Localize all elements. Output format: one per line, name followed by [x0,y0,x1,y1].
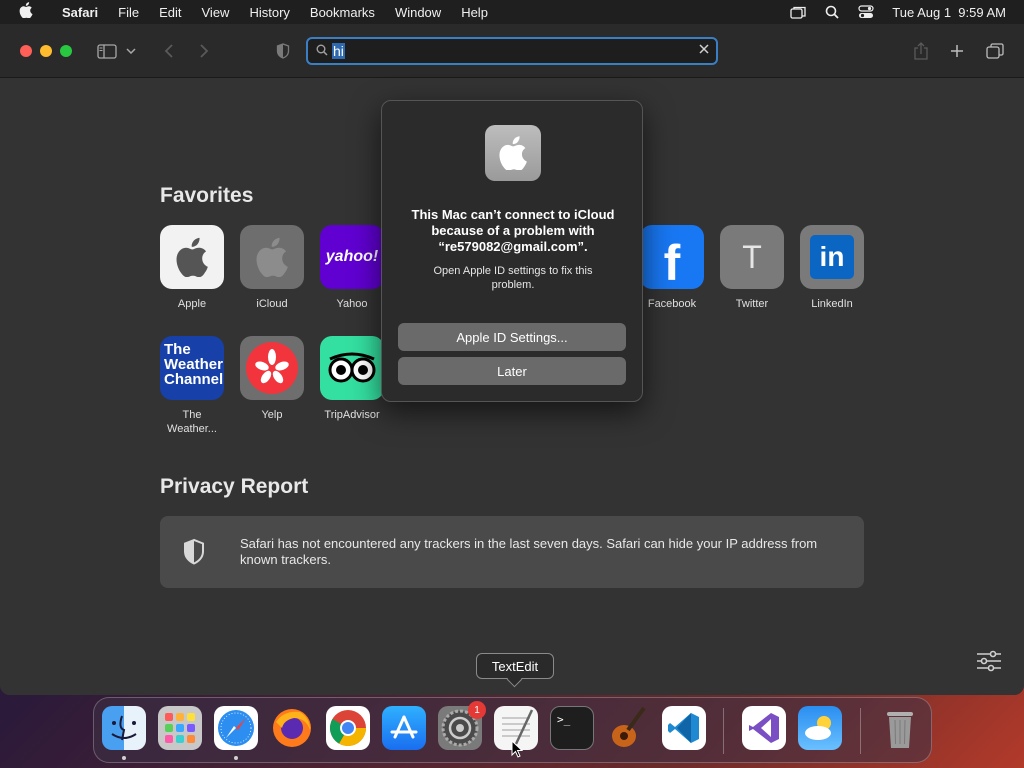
menu-window[interactable]: Window [385,5,451,20]
favorite-label: Apple [177,298,207,310]
sidebar-toggle-icon[interactable] [96,41,118,61]
menu-bookmarks[interactable]: Bookmarks [300,5,385,20]
later-button[interactable]: Later [398,357,626,385]
dock-separator [723,708,724,754]
icloud-alert-dialog: This Mac can’t connect to iCloud because… [381,100,643,402]
dock-separator [860,708,861,754]
facebook-logo-icon: f [640,225,704,289]
screen-mirroring-icon[interactable] [790,5,806,19]
safari-icon[interactable] [214,706,258,750]
privacy-report-card[interactable]: Safari has not encountered any trackers … [160,516,864,588]
favorite-label: TripAdvisor [324,409,380,421]
favorite-linkedin[interactable]: in LinkedIn [792,225,872,311]
favorite-yelp[interactable]: Yelp [232,336,312,422]
favorite-twitter[interactable]: T Twitter [712,225,792,311]
favorite-label: Facebook [647,298,697,310]
terminal-icon[interactable]: >_ [550,706,594,750]
yelp-logo-icon [240,336,304,400]
app-store-icon[interactable] [382,706,426,750]
control-center-icon[interactable] [858,5,874,19]
garageband-icon[interactable] [606,706,650,750]
finder-icon[interactable] [102,706,146,750]
favorite-tripadvisor[interactable]: TripAdvisor [312,336,392,422]
menubar-clock[interactable]: Tue Aug 1 9:59 AM [892,5,1006,20]
launchpad-icon[interactable] [158,706,202,750]
favorites-heading: Favorites [160,184,254,207]
close-window-button[interactable] [20,45,32,57]
menu-help[interactable]: Help [451,5,498,20]
mouse-cursor-icon [511,739,524,763]
address-input[interactable]: hi [332,43,345,59]
menu-history[interactable]: History [239,5,299,20]
firefox-icon[interactable] [270,706,314,750]
customize-start-page-icon[interactable] [976,650,1002,677]
chrome-icon[interactable] [326,706,370,750]
running-indicator [234,756,238,760]
new-tab-icon[interactable] [946,41,968,61]
favorite-apple[interactable]: Apple [152,225,232,311]
twitter-letter-text: T [742,238,762,275]
privacy-shield-icon[interactable] [272,41,294,61]
minimize-window-button[interactable] [40,45,52,57]
favorite-facebook[interactable]: f Facebook [632,225,712,311]
menu-bar: Safari File Edit View History Bookmarks … [0,0,1024,24]
menu-file[interactable]: File [108,5,149,20]
yahoo-logo-icon: yahoo! [320,225,384,289]
apple-menu-icon[interactable] [0,2,52,22]
clear-address-icon[interactable] [698,42,710,58]
linkedin-logo-text: in [819,241,845,272]
favorite-the-weather-channel[interactable]: The Weather Channel The Weather... [152,336,232,436]
chevron-down-icon[interactable] [124,41,138,61]
trash-icon[interactable] [878,706,922,750]
search-icon [316,44,328,59]
dock-tooltip: TextEdit [476,653,554,679]
favorite-label: Yahoo [336,298,368,310]
vscode-icon[interactable] [662,706,706,750]
favorite-label: iCloud [256,298,288,310]
tab-overview-icon[interactable] [984,41,1006,61]
weather-channel-logo-icon: The Weather Channel [160,336,224,400]
weather-channel-logo-text: The Weather Channel [164,341,224,388]
dialog-message: This Mac can’t connect to iCloud because… [411,207,615,254]
notification-badge: 1 [468,701,486,719]
back-icon[interactable] [158,41,180,61]
twitter-letter-icon: T [720,225,784,289]
share-icon[interactable] [910,41,932,61]
running-indicator [122,756,126,760]
safari-toolbar: hi [0,24,1024,78]
visual-studio-icon[interactable] [742,706,786,750]
apple-logo-icon [160,225,224,289]
tripadvisor-logo-icon [320,336,384,400]
apple-id-icon [485,125,541,181]
menubar-status-area: Tue Aug 1 9:59 AM [790,0,1006,24]
favorite-icloud[interactable]: iCloud [232,225,312,311]
privacy-report-text: Safari has not encountered any trackers … [240,536,818,567]
favorite-label: Yelp [261,409,283,421]
dialog-info-text: Open Apple ID settings to fix this probl… [433,265,593,291]
facebook-logo-text: f [663,235,681,289]
menu-view[interactable]: View [192,5,240,20]
weather-icon[interactable] [798,706,842,750]
forward-icon[interactable] [193,41,215,61]
privacy-report-heading: Privacy Report [160,475,309,498]
favorite-label: Twitter [735,298,769,310]
menu-edit[interactable]: Edit [149,5,191,20]
fullscreen-window-button[interactable] [60,45,72,57]
tooltip-text: TextEdit [491,658,539,674]
apple-id-settings-button[interactable]: Apple ID Settings... [398,323,626,351]
shield-icon [182,538,206,571]
icloud-apple-icon [240,225,304,289]
yahoo-logo-text: yahoo! [325,248,379,265]
address-bar[interactable]: hi [306,37,718,65]
favorite-label: LinkedIn [811,298,853,310]
favorite-yahoo[interactable]: yahoo! Yahoo [312,225,392,311]
menu-app-name[interactable]: Safari [52,5,108,20]
linkedin-logo-icon: in [800,225,864,289]
favorite-label: The Weather... [167,409,217,435]
spotlight-search-icon[interactable] [824,5,840,19]
